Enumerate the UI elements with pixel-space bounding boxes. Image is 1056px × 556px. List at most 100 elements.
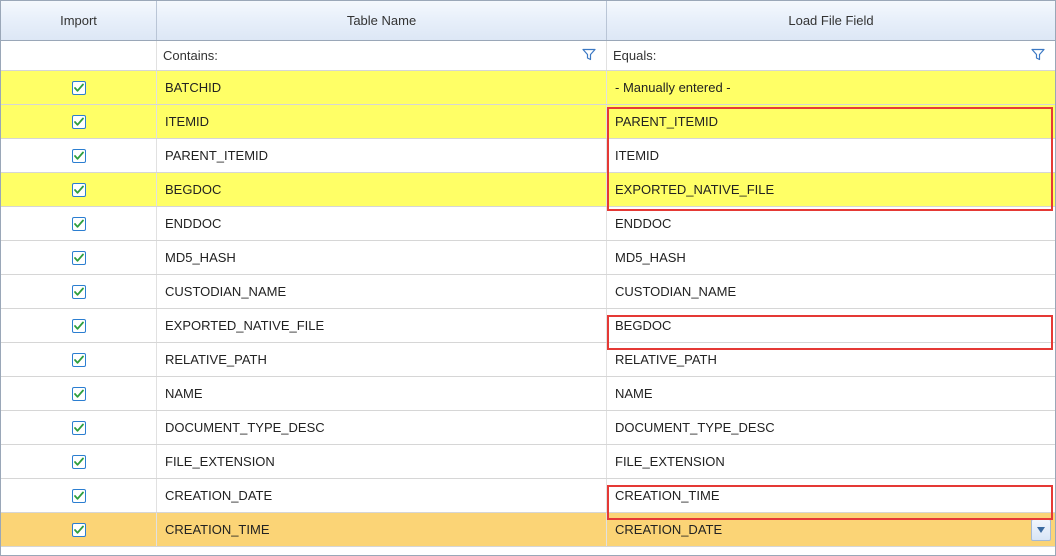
load-field-value: CUSTODIAN_NAME — [615, 284, 736, 299]
table-name-value: RELATIVE_PATH — [165, 352, 267, 367]
import-cell — [1, 241, 157, 274]
table-name-value: CREATION_TIME — [165, 522, 270, 537]
table-name-value: BATCHID — [165, 80, 221, 95]
load-field-cell[interactable]: MD5_HASH — [607, 241, 1055, 274]
table-name-cell: ITEMID — [157, 105, 607, 138]
load-field-cell[interactable]: DOCUMENT_TYPE_DESC — [607, 411, 1055, 444]
header-import[interactable]: Import — [1, 1, 157, 40]
filter-icon[interactable] — [582, 47, 596, 64]
import-cell — [1, 275, 157, 308]
table-row[interactable]: ITEMID PARENT_ITEMID — [1, 105, 1055, 139]
header-load-file-field[interactable]: Load File Field — [607, 1, 1055, 40]
import-checkbox[interactable] — [72, 81, 86, 95]
load-field-cell[interactable]: ENDDOC — [607, 207, 1055, 240]
load-field-cell[interactable]: - Manually entered - — [607, 71, 1055, 104]
import-checkbox[interactable] — [72, 285, 86, 299]
import-cell — [1, 411, 157, 444]
import-cell — [1, 173, 157, 206]
table-row[interactable]: EXPORTED_NATIVE_FILE BEGDOC — [1, 309, 1055, 343]
load-field-value: EXPORTED_NATIVE_FILE — [615, 182, 774, 197]
load-field-value: NAME — [615, 386, 653, 401]
table-row[interactable]: BATCHID - Manually entered - — [1, 71, 1055, 105]
load-field-cell[interactable]: BEGDOC — [607, 309, 1055, 342]
rows-container: BATCHID- Manually entered -ITEMIDPARENT_… — [1, 71, 1055, 547]
dropdown-arrow-icon[interactable] — [1031, 519, 1051, 541]
table-row[interactable]: BEGDOC EXPORTED_NATIVE_FILE — [1, 173, 1055, 207]
import-checkbox[interactable] — [72, 183, 86, 197]
table-row[interactable]: NAME NAME — [1, 377, 1055, 411]
table-name-value: NAME — [165, 386, 203, 401]
header-load-label: Load File Field — [788, 13, 873, 28]
import-checkbox[interactable] — [72, 149, 86, 163]
table-name-cell: MD5_HASH — [157, 241, 607, 274]
import-cell — [1, 207, 157, 240]
table-row[interactable]: MD5_HASH MD5_HASH — [1, 241, 1055, 275]
load-field-value: DOCUMENT_TYPE_DESC — [615, 420, 775, 435]
filter-table-label: Contains: — [163, 48, 218, 63]
import-cell — [1, 105, 157, 138]
table-row[interactable]: CREATION_DATE CREATION_TIME — [1, 479, 1055, 513]
table-name-cell: BEGDOC — [157, 173, 607, 206]
import-checkbox[interactable] — [72, 251, 86, 265]
table-name-value: CREATION_DATE — [165, 488, 272, 503]
load-field-cell[interactable]: EXPORTED_NATIVE_FILE — [607, 173, 1055, 206]
import-checkbox[interactable] — [72, 421, 86, 435]
import-cell — [1, 309, 157, 342]
table-name-value: ENDDOC — [165, 216, 221, 231]
header-table-name[interactable]: Table Name — [157, 1, 607, 40]
load-field-value: BEGDOC — [615, 318, 671, 333]
table-name-value: BEGDOC — [165, 182, 221, 197]
load-field-value: RELATIVE_PATH — [615, 352, 717, 367]
table-name-value: ITEMID — [165, 114, 209, 129]
table-name-cell: PARENT_ITEMID — [157, 139, 607, 172]
filter-icon[interactable] — [1031, 47, 1045, 64]
table-row[interactable]: CUSTODIAN_NAMECUSTODIAN_NAME — [1, 275, 1055, 309]
load-field-value: ENDDOC — [615, 216, 671, 231]
import-cell — [1, 377, 157, 410]
load-field-cell[interactable]: CUSTODIAN_NAME — [607, 275, 1055, 308]
table-name-cell: RELATIVE_PATH — [157, 343, 607, 376]
table-row[interactable]: PARENT_ITEMIDITEMID — [1, 139, 1055, 173]
import-checkbox[interactable] — [72, 455, 86, 469]
table-name-cell: ENDDOC — [157, 207, 607, 240]
table-header: Import Table Name Load File Field — [1, 1, 1055, 41]
table-row[interactable]: DOCUMENT_TYPE_DESC DOCUMENT_TYPE_DESC — [1, 411, 1055, 445]
table-row[interactable]: RELATIVE_PATH RELATIVE_PATH — [1, 343, 1055, 377]
import-cell — [1, 343, 157, 376]
table-row[interactable]: ENDDOC ENDDOC — [1, 207, 1055, 241]
load-field-value: PARENT_ITEMID — [615, 114, 718, 129]
table-name-value: EXPORTED_NATIVE_FILE — [165, 318, 324, 333]
load-field-cell[interactable]: RELATIVE_PATH — [607, 343, 1055, 376]
import-cell — [1, 71, 157, 104]
load-field-cell[interactable]: CREATION_TIME — [607, 479, 1055, 512]
table-name-value: MD5_HASH — [165, 250, 236, 265]
filter-load-label: Equals: — [613, 48, 656, 63]
filter-table-cell[interactable]: Contains: — [157, 41, 607, 70]
import-checkbox[interactable] — [72, 353, 86, 367]
load-field-cell[interactable]: FILE_EXTENSION — [607, 445, 1055, 478]
table-name-cell: FILE_EXTENSION — [157, 445, 607, 478]
table-row[interactable]: FILE_EXTENSION FILE_EXTENSION — [1, 445, 1055, 479]
filter-import-cell — [1, 41, 157, 70]
load-field-value: MD5_HASH — [615, 250, 686, 265]
import-checkbox[interactable] — [72, 489, 86, 503]
table-name-cell: CREATION_DATE — [157, 479, 607, 512]
load-field-cell[interactable]: PARENT_ITEMID — [607, 105, 1055, 138]
table-row[interactable]: CREATION_TIME CREATION_DATE — [1, 513, 1055, 547]
table-name-cell: NAME — [157, 377, 607, 410]
import-checkbox[interactable] — [72, 523, 86, 537]
import-checkbox[interactable] — [72, 115, 86, 129]
load-field-value: CREATION_DATE — [615, 522, 722, 537]
table-name-value: FILE_EXTENSION — [165, 454, 275, 469]
table-name-cell: BATCHID — [157, 71, 607, 104]
load-field-cell[interactable]: NAME — [607, 377, 1055, 410]
import-checkbox[interactable] — [72, 387, 86, 401]
load-field-cell[interactable]: CREATION_DATE — [607, 513, 1055, 546]
filter-load-cell[interactable]: Equals: — [607, 41, 1055, 70]
header-table-label: Table Name — [347, 13, 416, 28]
table-name-cell: DOCUMENT_TYPE_DESC — [157, 411, 607, 444]
filter-row: Contains: Equals: — [1, 41, 1055, 71]
import-checkbox[interactable] — [72, 319, 86, 333]
load-field-cell[interactable]: ITEMID — [607, 139, 1055, 172]
import-checkbox[interactable] — [72, 217, 86, 231]
